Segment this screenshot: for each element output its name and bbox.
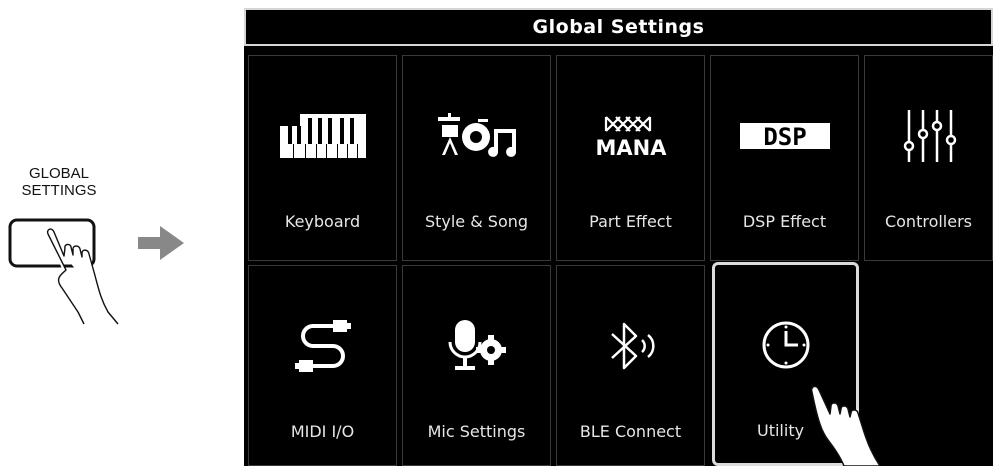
label-line-2: SETTINGS bbox=[21, 182, 97, 199]
tile-midi-io[interactable]: MIDI I/O bbox=[248, 265, 397, 466]
dsp-icon: DSP bbox=[739, 123, 830, 151]
tile-ble-connect[interactable]: BLE Connect bbox=[556, 265, 705, 466]
clock-icon bbox=[762, 321, 809, 369]
tile-style-song[interactable]: Style & Song bbox=[402, 55, 551, 261]
tile-label: Part Effect bbox=[589, 212, 672, 231]
style-song-icon bbox=[437, 113, 516, 157]
tile-label: Mic Settings bbox=[427, 422, 526, 441]
global-settings-label: GLOBAL SETTINGS bbox=[0, 165, 118, 199]
usb-cable-icon bbox=[294, 320, 351, 372]
tile-part-effect[interactable]: MANA Part Effect bbox=[556, 55, 705, 261]
tile-controllers[interactable]: Controllers bbox=[864, 55, 993, 261]
keyboard-icon bbox=[279, 114, 366, 158]
svg-text:MANA: MANA bbox=[595, 136, 667, 160]
mana-icon: MANA bbox=[595, 116, 667, 160]
tile-label: DSP Effect bbox=[742, 212, 827, 231]
sliders-icon bbox=[903, 110, 956, 162]
tile-label: BLE Connect bbox=[579, 422, 682, 441]
screen-title: Global Settings bbox=[244, 8, 993, 46]
tile-keyboard[interactable]: Keyboard bbox=[248, 55, 397, 261]
global-settings-button[interactable] bbox=[8, 212, 128, 327]
right-arrow-icon bbox=[138, 226, 184, 260]
tile-label: Keyboard bbox=[284, 212, 361, 231]
tile-label: Controllers bbox=[884, 212, 973, 231]
tile-label: Style & Song bbox=[424, 212, 529, 231]
label-line-1: GLOBAL bbox=[28, 165, 90, 182]
svg-text:DSP: DSP bbox=[763, 123, 806, 151]
pointing-hand-icon bbox=[810, 385, 881, 466]
mic-gear-icon bbox=[448, 320, 506, 370]
tile-mic-settings[interactable]: Mic Settings bbox=[402, 265, 551, 466]
tile-dsp-effect[interactable]: DSP DSP Effect bbox=[710, 55, 859, 261]
bluetooth-icon bbox=[610, 322, 655, 370]
tile-label: MIDI I/O bbox=[290, 422, 355, 441]
